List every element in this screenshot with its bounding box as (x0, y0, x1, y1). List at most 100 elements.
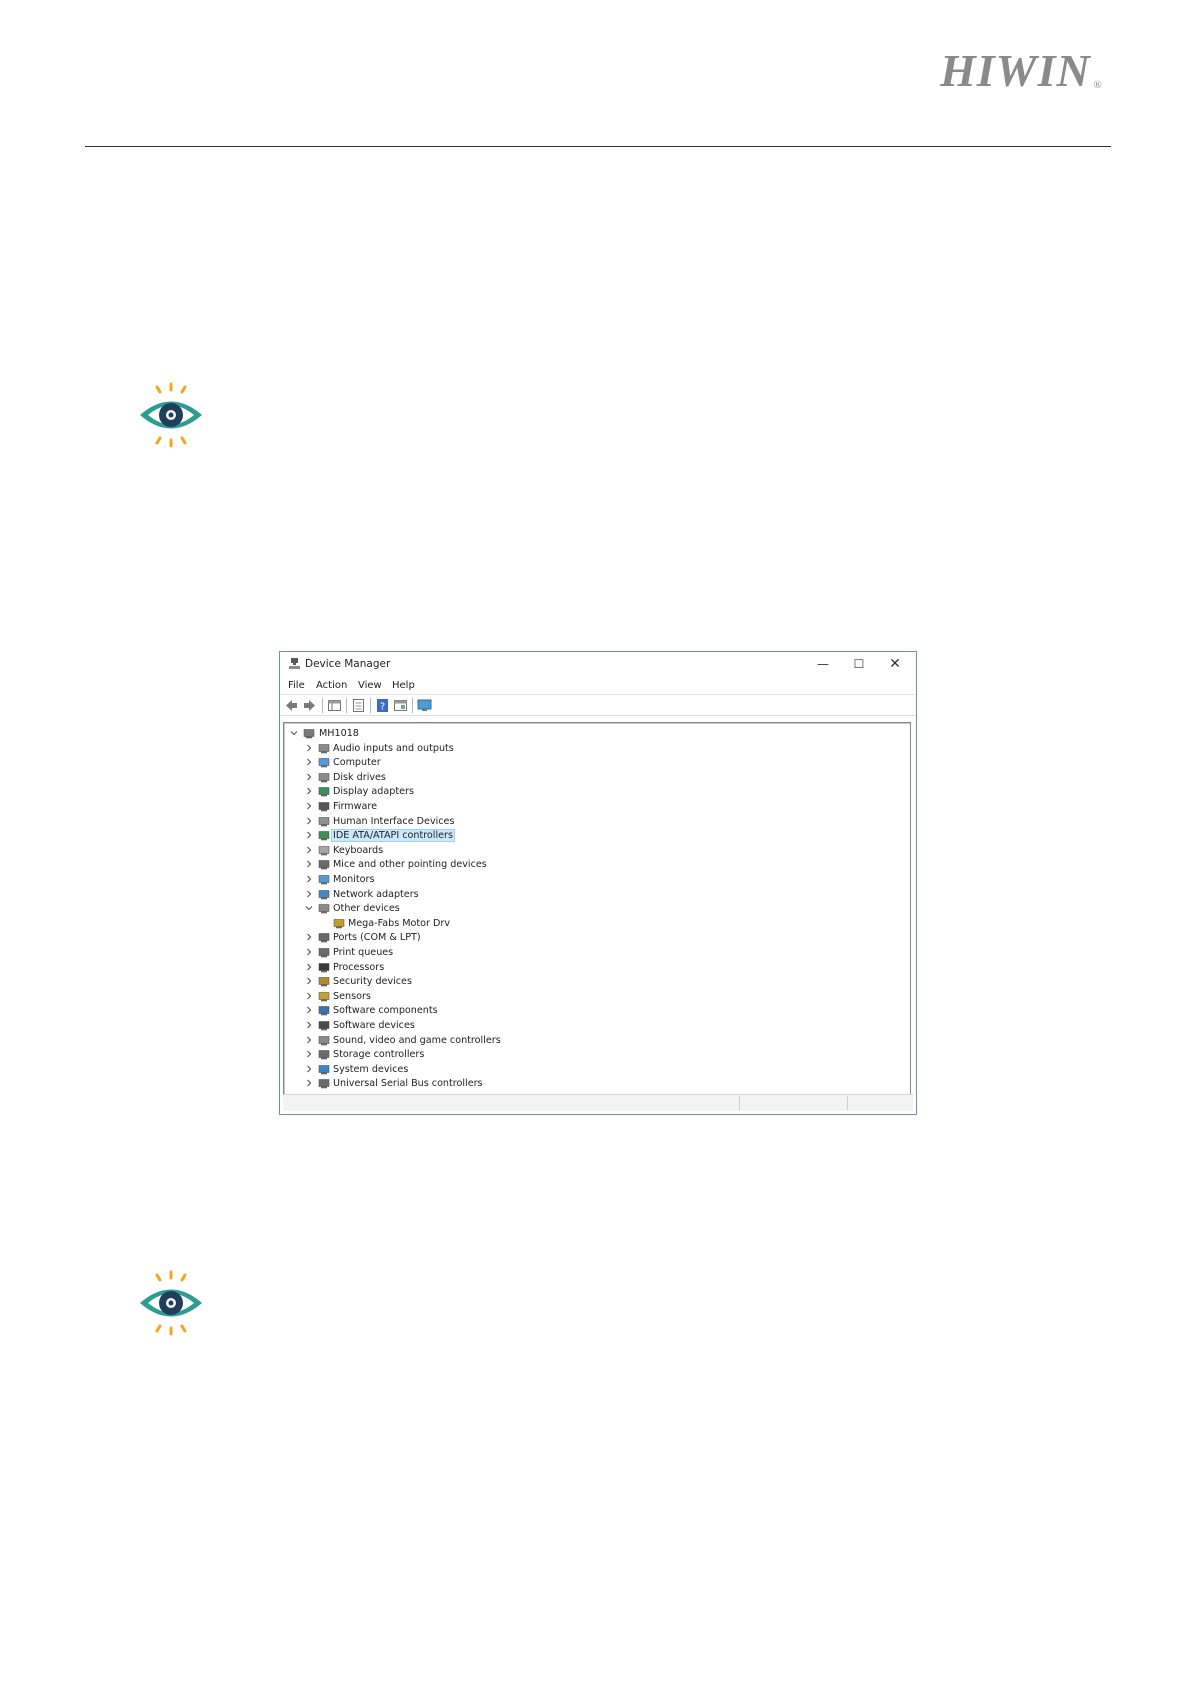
computer-tree-icon (303, 729, 315, 739)
tree-label: Universal Serial Bus controllers (333, 1078, 483, 1090)
chevron-right-icon[interactable] (304, 991, 314, 1001)
tree-row-category[interactable]: Software components (284, 1004, 910, 1019)
speaker-icon (318, 743, 330, 753)
tree-row-category[interactable]: Universal Serial Bus controllers (284, 1077, 910, 1092)
device-view-icon[interactable] (393, 698, 408, 713)
properties-icon[interactable] (351, 698, 366, 713)
eye-notice-icon (140, 382, 202, 448)
tree-row-category[interactable]: Display adapters (284, 785, 910, 800)
tree-row-root[interactable]: MH1018 (284, 727, 910, 742)
device-manager-icon (289, 658, 300, 669)
menu-help[interactable]: Help (392, 680, 415, 691)
registered-mark: ® (1093, 79, 1103, 91)
chevron-right-icon[interactable] (304, 845, 314, 855)
computer-icon (318, 758, 330, 768)
title-bar: Device Manager — ☐ ✕ (280, 652, 916, 676)
chevron-right-icon[interactable] (304, 1020, 314, 1030)
tree-label: Disk drives (333, 771, 386, 783)
keyboard-icon (318, 846, 330, 856)
tree-row-device[interactable]: Mega-Fabs Motor Drv (284, 917, 910, 932)
menu-action[interactable]: Action (316, 680, 347, 691)
menu-view[interactable]: View (358, 680, 382, 691)
status-divider (847, 1096, 848, 1110)
tree-row-category[interactable]: Human Interface Devices (284, 815, 910, 830)
chevron-right-icon[interactable] (304, 1005, 314, 1015)
chevron-right-icon[interactable] (304, 1035, 314, 1045)
chevron-right-icon[interactable] (304, 1049, 314, 1059)
tree-row-category[interactable]: Processors (284, 961, 910, 976)
tree-row-category[interactable]: System devices (284, 1063, 910, 1078)
tree-row-category[interactable]: Audio inputs and outputs (284, 742, 910, 757)
chevron-right-icon[interactable] (304, 874, 314, 884)
tree-label: MH1018 (319, 728, 359, 739)
tree-label: Software components (333, 1005, 438, 1017)
chevron-right-icon[interactable] (304, 757, 314, 767)
device-tree: MH1018 Audio inputs and outputs Computer Di… (283, 722, 911, 1095)
tree-row-category[interactable]: Other devices (284, 902, 910, 917)
tree-row-category[interactable]: Computer (284, 756, 910, 771)
show-hide-tree-icon[interactable] (327, 698, 342, 713)
tree-label: Software devices (333, 1020, 415, 1031)
tree-row-category[interactable]: Software devices (284, 1019, 910, 1034)
tree-label: System devices (333, 1063, 409, 1075)
tree-row-category[interactable]: Firmware (284, 800, 910, 815)
tree-label: Audio inputs and outputs (333, 742, 454, 754)
logo-text: HIWIN (940, 45, 1091, 96)
tree-label: Print queues (333, 947, 394, 958)
ide-controller-icon (318, 831, 330, 841)
chevron-down-icon[interactable] (304, 903, 314, 913)
chevron-right-icon[interactable] (304, 1078, 314, 1088)
security-device-icon (318, 977, 330, 987)
tree-label: Processors (333, 961, 385, 973)
tree-row-category[interactable]: Print queues (284, 946, 910, 961)
tree-label: Monitors (333, 874, 375, 885)
svg-text:?: ? (380, 702, 385, 713)
close-button[interactable]: ✕ (880, 655, 910, 673)
toolbar-separator (322, 698, 323, 713)
chevron-right-icon[interactable] (304, 786, 314, 796)
tree-row-category[interactable]: Sound, video and game controllers (284, 1034, 910, 1049)
chip-icon (318, 802, 330, 812)
display-adapter-icon (318, 787, 330, 797)
chevron-down-icon[interactable] (289, 728, 299, 738)
help-icon[interactable]: ? (375, 698, 390, 713)
menu-file[interactable]: File (288, 680, 305, 691)
software-component-icon (318, 1006, 330, 1016)
chevron-right-icon[interactable] (304, 859, 314, 869)
sensor-icon (318, 992, 330, 1002)
chevron-right-icon[interactable] (304, 743, 314, 753)
minimize-button[interactable]: — (808, 655, 838, 673)
tree-row-category[interactable]: IDE ATA/ATAPI controllers (284, 829, 910, 844)
tree-label: Sensors (333, 990, 371, 1002)
storage-controller-icon (318, 1050, 330, 1060)
tree-label: Ports (COM & LPT) (333, 932, 421, 944)
chevron-right-icon[interactable] (304, 947, 314, 957)
tree-row-category[interactable]: Keyboards (284, 844, 910, 859)
tree-row-category[interactable]: Security devices (284, 975, 910, 990)
tree-row-category[interactable]: Sensors (284, 990, 910, 1005)
maximize-button[interactable]: ☐ (844, 655, 874, 673)
printer-icon (318, 948, 330, 958)
chevron-right-icon[interactable] (304, 889, 314, 899)
unknown-device-icon (318, 904, 330, 914)
chevron-right-icon[interactable] (304, 830, 314, 840)
chevron-right-icon[interactable] (304, 932, 314, 942)
chevron-right-icon[interactable] (304, 816, 314, 826)
forward-arrow-icon[interactable] (302, 698, 317, 713)
tree-row-category[interactable]: Network adapters (284, 888, 910, 903)
hid-icon (318, 816, 330, 826)
monitor-icon (318, 875, 330, 885)
tree-row-category[interactable]: Disk drives (284, 771, 910, 786)
chevron-right-icon[interactable] (304, 976, 314, 986)
chevron-right-icon[interactable] (304, 772, 314, 782)
back-arrow-icon[interactable] (284, 698, 299, 713)
chevron-right-icon[interactable] (304, 1064, 314, 1074)
tree-row-category[interactable]: Storage controllers (284, 1048, 910, 1063)
monitor-icon[interactable] (417, 698, 432, 713)
chevron-right-icon[interactable] (304, 801, 314, 811)
tree-label: Mega-Fabs Motor Drv (348, 917, 451, 929)
tree-row-category[interactable]: Mice and other pointing devices (284, 858, 910, 873)
tree-row-category[interactable]: Monitors (284, 873, 910, 888)
tree-row-category[interactable]: Ports (COM & LPT) (284, 931, 910, 946)
chevron-right-icon[interactable] (304, 962, 314, 972)
